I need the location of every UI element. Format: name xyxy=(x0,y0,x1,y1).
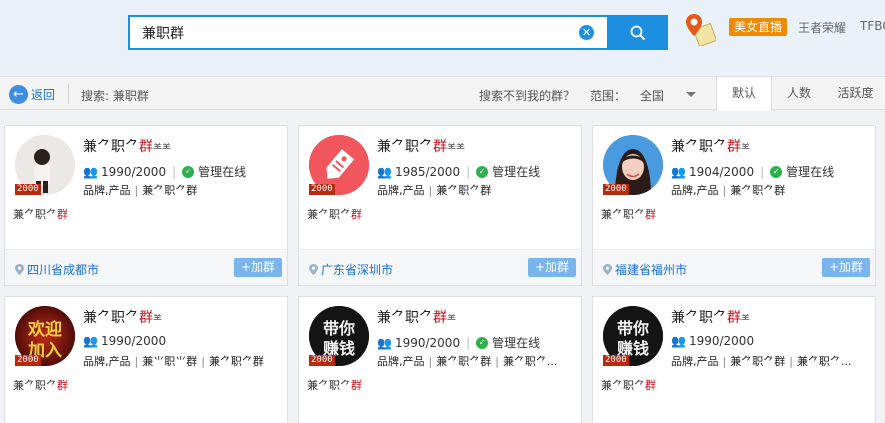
search-keyword-label: 搜索: 兼职群 xyxy=(81,89,149,103)
group-card[interactable]: 2000 兼⺈职⺈群⺷ 👥 1904/2000 | ✓ 管理在线 品牌,产品 | 兼⺈… xyxy=(592,125,876,286)
member-limit-badge: 2000 xyxy=(603,184,629,195)
group-description: 兼⺈职⺈群 xyxy=(307,379,362,392)
group-location: 福建省福州市 xyxy=(603,261,687,278)
group-card[interactable]: 2000 兼⺈职⺈群⺷⺷ 👥 1990/2000 | ✓ 管理在线 品牌,产品 | 兼… xyxy=(4,125,288,286)
divider xyxy=(68,84,69,104)
group-card[interactable]: 带你 赚钱 2000 兼⺈职⺈群⺷ 👥 1990/2000 品牌,产品 | 兼⺈职⺈群… xyxy=(592,296,876,423)
group-stats: 👥 1985/2000 | ✓ 管理在线 xyxy=(377,164,541,180)
group-stats: 👥 1990/2000 | ✓ 管理在线 xyxy=(83,164,247,180)
member-count: 1990/2000 xyxy=(100,334,167,348)
join-group-button[interactable]: +加群 xyxy=(822,258,870,277)
group-location: 广东省深圳市 xyxy=(309,261,393,278)
check-icon: ✓ xyxy=(770,165,783,178)
join-group-button[interactable]: +加群 xyxy=(528,258,576,277)
search-input[interactable] xyxy=(128,15,608,50)
members-icon: 👥 xyxy=(671,164,686,179)
group-tags: 品牌,产品 | 兼⺈职⺈群 xyxy=(83,184,198,197)
search-button[interactable] xyxy=(607,15,668,50)
members-icon: 👥 xyxy=(83,164,98,179)
range-select[interactable]: 全国 xyxy=(640,83,702,105)
group-name: 兼⺈职⺈群⺷ xyxy=(671,139,751,155)
group-description: 兼⺈职⺈群 xyxy=(13,379,68,392)
range-value: 全国 xyxy=(640,89,665,103)
filter-bar: ← 返回 搜索: 兼职群 搜索不到我的群？ 范围： 全国 默认 人数 活跃度 xyxy=(0,76,885,111)
group-card[interactable]: 欢迎 加入 2000 兼⺈职⺈群⺷ 👥 1990/2000 品牌,产品 | 兼⺌职⺌群… xyxy=(4,296,288,423)
search-box: ✕ xyxy=(128,15,668,50)
search-icon xyxy=(630,25,645,40)
member-count: 1990/2000 xyxy=(394,335,461,350)
check-icon: ✓ xyxy=(476,336,489,349)
location-pin-icon xyxy=(309,264,318,275)
members-icon: 👥 xyxy=(671,334,686,348)
group-description: 兼⺈职⺈群 xyxy=(307,208,362,221)
not-found-link[interactable]: 搜索不到我的群？ xyxy=(479,87,575,104)
member-count: 1990/2000 xyxy=(100,164,167,179)
group-stats: 👥 1904/2000 | ✓ 管理在线 xyxy=(671,164,835,180)
location-pin-icon xyxy=(603,264,612,275)
member-limit-badge: 2000 xyxy=(15,355,41,366)
group-stats: 👥 1990/2000 xyxy=(83,334,166,348)
back-button[interactable]: ← 返回 xyxy=(9,84,55,104)
group-stats: 👥 1990/2000 xyxy=(671,334,754,348)
group-stats: 👥 1990/2000 | ✓ 管理在线 xyxy=(377,335,541,351)
member-limit-badge: 2000 xyxy=(309,355,335,366)
group-tags: 品牌,产品 | 兼⺈职⺈群 xyxy=(377,184,492,197)
check-icon: ✓ xyxy=(476,165,489,178)
group-description: 兼⺈职⺈群 xyxy=(601,208,656,221)
clear-search-icon[interactable]: ✕ xyxy=(579,25,594,40)
live-stream-badge[interactable]: 美女直播 xyxy=(729,18,788,36)
group-card[interactable]: 2000 兼⺈职⺈群⺷⺷ 👥 1985/2000 | ✓ 管理在线 品牌,产品 | 兼… xyxy=(298,125,582,286)
hot-search-link-2[interactable]: TFBO xyxy=(860,19,885,33)
member-count: 1990/2000 xyxy=(688,334,755,348)
card-footer: 广东省深圳市 +加群 xyxy=(299,249,581,285)
group-name: 兼⺈职⺈群⺷ xyxy=(83,310,163,326)
admin-online-label: 管理在线 xyxy=(786,165,835,179)
group-tags: 品牌,产品 | 兼⺈职⺈群 | 兼⺈职⺈... xyxy=(671,355,852,368)
group-tags: 品牌,产品 | 兼⺈职⺈群 | 兼⺈职⺈... xyxy=(377,355,558,368)
avatar-text: 带你 xyxy=(617,319,649,338)
hot-search-link-1[interactable]: 王者荣耀 xyxy=(798,19,846,36)
admin-online-label: 管理在线 xyxy=(492,165,541,179)
avatar-text: 欢迎 xyxy=(27,319,62,340)
group-name: 兼⺈职⺈群⺷⺷ xyxy=(83,139,172,155)
card-footer: 四川省成都市 +加群 xyxy=(5,249,287,285)
members-icon: 👥 xyxy=(377,335,392,350)
group-description: 兼⺈职⺈群 xyxy=(601,379,656,392)
check-icon: ✓ xyxy=(182,165,195,178)
chevron-down-icon xyxy=(686,92,696,97)
map-location-icon[interactable] xyxy=(684,12,716,46)
tab-default[interactable]: 默认 xyxy=(716,77,772,111)
members-icon: 👥 xyxy=(377,164,392,179)
back-arrow-icon: ← xyxy=(9,84,28,104)
join-group-button[interactable]: +加群 xyxy=(234,258,282,277)
back-label: 返回 xyxy=(31,87,56,102)
group-tags: 品牌,产品 | 兼⺌职⺌群 | 兼⺈职⺈群 xyxy=(83,355,264,368)
range-label: 范围： xyxy=(590,89,627,103)
tab-members[interactable]: 人数 xyxy=(772,77,826,110)
group-description: 兼⺈职⺈群 xyxy=(13,208,68,221)
tab-activity[interactable]: 活跃度 xyxy=(826,77,885,110)
member-limit-badge: 2000 xyxy=(309,184,335,195)
member-count: 1904/2000 xyxy=(688,164,755,179)
group-name: 兼⺈职⺈群⺷ xyxy=(377,310,457,326)
admin-online-label: 管理在线 xyxy=(492,336,541,350)
avatar-text: 带你 xyxy=(323,319,355,338)
admin-online-label: 管理在线 xyxy=(198,165,247,179)
location-pin-icon xyxy=(15,264,24,275)
top-search-bar: ✕ 美女直播 王者荣耀 TFBO xyxy=(0,0,885,76)
group-tags: 品牌,产品 | 兼⺈职⺈群 xyxy=(671,184,786,197)
member-limit-badge: 2000 xyxy=(15,184,41,195)
card-footer: 福建省福州市 +加群 xyxy=(593,249,875,285)
group-location: 四川省成都市 xyxy=(15,261,99,278)
group-card[interactable]: 带你 赚钱 2000 兼⺈职⺈群⺷ 👥 1990/2000 | ✓ 管理在线 品牌,… xyxy=(298,296,582,423)
member-limit-badge: 2000 xyxy=(603,355,629,366)
group-name: 兼⺈职⺈群⺷⺷ xyxy=(377,139,466,155)
member-count: 1985/2000 xyxy=(394,164,461,179)
members-icon: 👥 xyxy=(83,334,98,348)
group-name: 兼⺈职⺈群⺷ xyxy=(671,310,751,326)
